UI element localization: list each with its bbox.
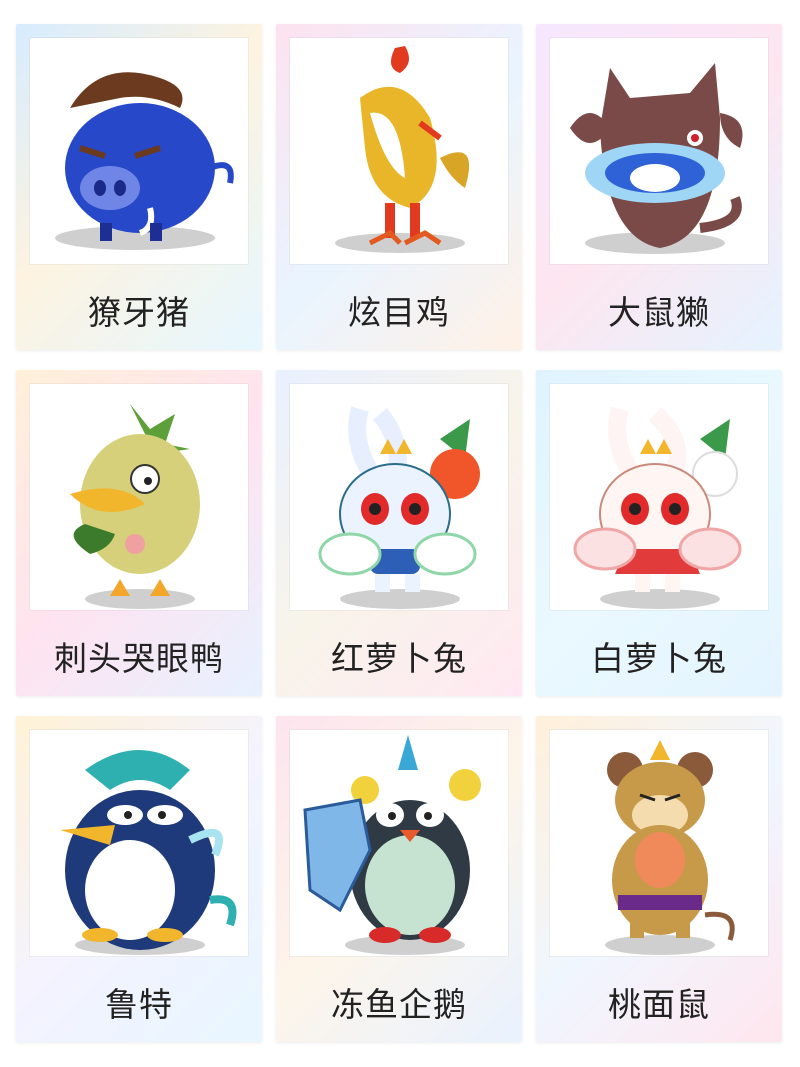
character-card-lute[interactable]: 鲁特 (16, 716, 262, 1042)
character-name: 獠牙猪 (88, 293, 190, 332)
character-card-tusk-pig[interactable]: 獠牙猪 (16, 24, 262, 350)
character-name: 刺头哭眼鸭 (54, 639, 224, 678)
character-name: 红萝卜兔 (331, 639, 467, 678)
character-card-white-radish-rabbit[interactable]: 白萝卜兔 (536, 370, 782, 696)
character-name: 炫目鸡 (348, 293, 450, 332)
character-name: 白萝卜兔 (591, 639, 727, 678)
character-illustration-spiky-crying-duck (30, 384, 248, 610)
character-illustration-big-otter (550, 38, 768, 264)
character-name: 大鼠獭 (608, 293, 710, 332)
character-name: 桃面鼠 (608, 985, 710, 1024)
character-card-spiky-crying-duck[interactable]: 刺头哭眼鸭 (16, 370, 262, 696)
character-illustration-white-radish-rabbit (550, 384, 768, 610)
character-card-red-radish-rabbit[interactable]: 红萝卜兔 (276, 370, 522, 696)
character-illustration-frozen-fish-penguin (290, 730, 508, 956)
character-illustration-tusk-pig (30, 38, 248, 264)
character-name: 鲁特 (105, 985, 173, 1024)
character-card-frozen-fish-penguin[interactable]: 冻鱼企鹅 (276, 716, 522, 1042)
character-illustration-peach-face-mouse (550, 730, 768, 956)
character-illustration-dazzle-rooster (290, 38, 508, 264)
character-card-grid: 獠牙猪 炫目鸡 大鼠獭 刺头哭眼鸭 红萝卜兔 白萝卜兔 鲁特 冻鱼企鹅 桃面鼠 (0, 0, 800, 1067)
character-illustration-lute (30, 730, 248, 956)
character-illustration-red-radish-rabbit (290, 384, 508, 610)
character-card-dazzle-rooster[interactable]: 炫目鸡 (276, 24, 522, 350)
character-card-peach-face-mouse[interactable]: 桃面鼠 (536, 716, 782, 1042)
character-name: 冻鱼企鹅 (331, 985, 467, 1024)
character-card-big-otter[interactable]: 大鼠獭 (536, 24, 782, 350)
